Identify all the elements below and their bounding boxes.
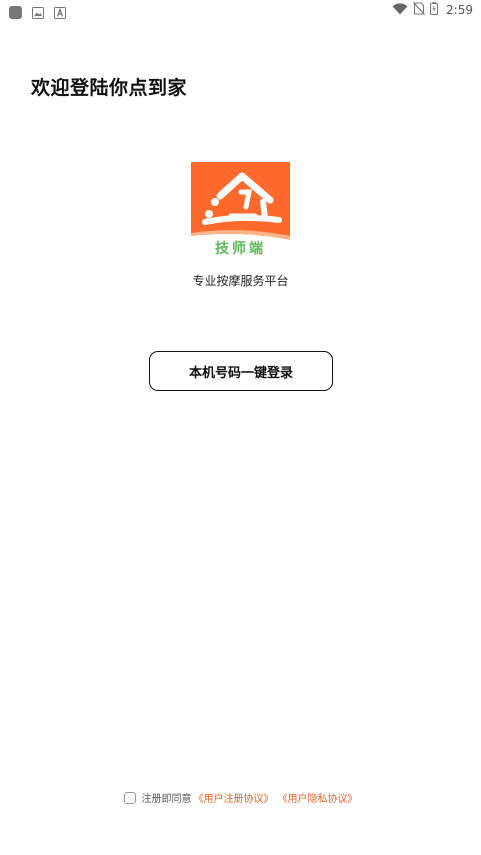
page-title: 欢迎登陆你点到家 [31, 77, 188, 99]
app-notification-icon [9, 4, 22, 23]
house-logo-icon: 技师端 [191, 162, 290, 261]
battery-charging-icon [430, 2, 439, 18]
wifi-icon [392, 2, 408, 18]
status-time: 2:59 [446, 3, 473, 17]
privacy-agreement-link[interactable]: 《用户隐私协议》 [278, 790, 358, 805]
logo-caption: 技师端 [215, 240, 266, 257]
status-bar-right: 2:59 [392, 2, 473, 18]
status-bar: 2:59 [0, 0, 481, 22]
register-agreement-link[interactable]: 《用户注册协议》 [194, 790, 274, 805]
platform-tagline: 专业按摩服务平台 [192, 274, 289, 288]
image-notification-icon [32, 4, 44, 23]
font-notification-icon [54, 4, 66, 23]
no-sim-icon [413, 2, 425, 18]
app-logo: 技师端 [191, 162, 290, 261]
agreement-row: 注册即同意 《用户注册协议》 《用户隐私协议》 [0, 790, 481, 805]
agreement-prefix: 注册即同意 [141, 794, 192, 805]
login-button-label: 本机号码一键登录 [188, 365, 293, 381]
status-bar-left [9, 4, 66, 23]
one-click-login-button[interactable]: 本机号码一键登录 [149, 351, 333, 391]
agree-checkbox[interactable] [123, 791, 136, 804]
